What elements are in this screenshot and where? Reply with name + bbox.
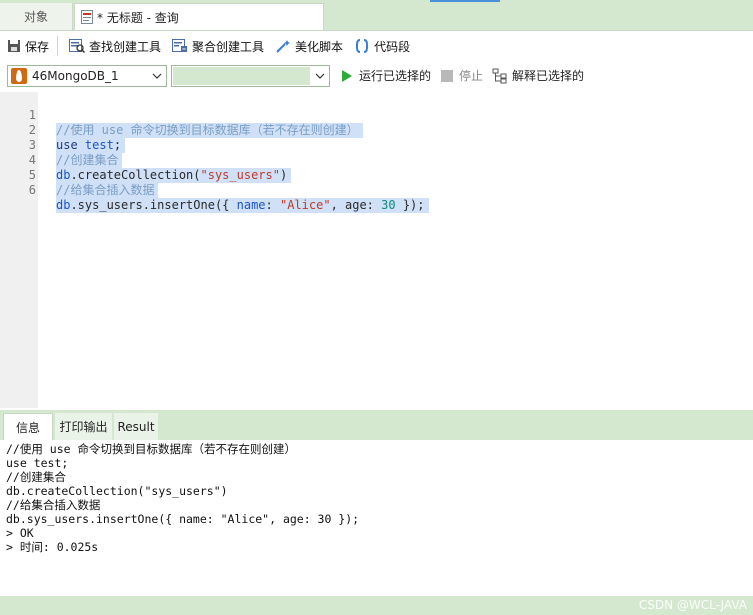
method-token: .sys_users.insertOne({ xyxy=(70,198,237,212)
output-lines: //使用 use 命令切换到目标数据库（若不存在则创建） use test; /… xyxy=(6,442,359,554)
punctuation-token: : xyxy=(265,198,280,212)
save-icon xyxy=(8,40,20,52)
output-line: db.createCollection("sys_users") xyxy=(6,484,228,498)
run-selected-label: 运行已选择的 xyxy=(359,69,432,83)
tab-result[interactable]: Result xyxy=(114,413,158,440)
toolbar-divider xyxy=(57,36,59,56)
tab-query[interactable]: * 无标题 - 查询 xyxy=(74,3,324,30)
database-select-value xyxy=(173,67,310,85)
punctuation-token: , age: xyxy=(330,198,382,212)
output-line: use test; xyxy=(6,456,69,470)
stop-label: 停止 xyxy=(459,69,484,83)
explain-tree-icon xyxy=(492,68,507,83)
key-token: name xyxy=(236,198,266,212)
explain-selected-button[interactable]: 解释已选择的 xyxy=(492,67,584,84)
code-line: 1 //使用 use 命令切换到目标数据库（若不存在则创建） xyxy=(0,93,753,138)
tab-query-label: * 无标题 - 查询 xyxy=(97,10,179,25)
code-editor[interactable]: 1 //使用 use 命令切换到目标数据库（若不存在则创建） 2 use tes… xyxy=(0,92,753,408)
comment-text: //给集合插入数据 xyxy=(56,183,155,197)
tab-result-label: Result xyxy=(117,419,155,434)
explain-selected-label: 解释已选择的 xyxy=(512,69,585,83)
save-button[interactable]: 保存 xyxy=(3,35,53,57)
active-indicator xyxy=(430,0,500,2)
aggregate-builder-label: 聚合创建工具 xyxy=(192,39,265,54)
stop-icon xyxy=(441,69,453,82)
number-token: 30 xyxy=(381,198,396,212)
query-toolbar: 保存 查找创建工具 聚合创建工具 美化脚本 代码段 xyxy=(0,31,753,61)
braces-icon xyxy=(356,39,369,53)
watermark-text: CSDN @WCL-JAVA xyxy=(638,598,747,612)
connection-select[interactable]: 46MongoDB_1 xyxy=(7,65,167,87)
beautify-button[interactable]: 美化脚本 xyxy=(271,35,347,57)
line-number: 6 xyxy=(28,183,36,197)
code-line: 4 db.createCollection("sys_users") xyxy=(0,138,753,183)
aggregate-builder-icon xyxy=(172,39,188,52)
snippet-label: 代码段 xyxy=(374,39,411,54)
output-line: db.sys_users.insertOne({ name: "Alice", … xyxy=(6,512,360,526)
tab-print-output[interactable]: 打印输出 xyxy=(55,413,112,440)
code-line: 6 db.sys_users.insertOne({ name: "Alice"… xyxy=(0,168,753,213)
aggregate-builder-button[interactable]: 聚合创建工具 xyxy=(168,35,268,57)
code-line: 3 //创建集合 xyxy=(0,123,753,168)
output-panel-tabs: 信息 打印输出 Result xyxy=(0,410,753,440)
editor-lines: 1 //使用 use 命令切换到目标数据库（若不存在则创建） 2 use tes… xyxy=(0,93,753,213)
database-select[interactable] xyxy=(171,65,330,87)
tab-objects[interactable]: 对象 xyxy=(0,3,73,30)
identifier-token: db xyxy=(56,198,71,212)
code-line-content: //给集合插入数据 xyxy=(56,183,159,198)
code-line-content: db.sys_users.insertOne({ name: "Alice", … xyxy=(56,198,429,213)
tab-print-output-label: 打印输出 xyxy=(59,420,108,434)
punctuation-token: }); xyxy=(395,198,425,212)
find-builder-label: 查找创建工具 xyxy=(89,39,162,54)
find-builder-icon xyxy=(69,39,86,53)
output-line: > OK xyxy=(6,526,34,540)
mongodb-icon xyxy=(11,68,27,84)
chevron-down-icon xyxy=(311,66,329,86)
tab-info[interactable]: 信息 xyxy=(3,413,53,440)
code-line: 5 //给集合插入数据 xyxy=(0,153,753,198)
string-token: "Alice" xyxy=(279,198,331,212)
output-line: //给集合插入数据 xyxy=(6,498,101,512)
document-tab-strip: 对象 * 无标题 - 查询 xyxy=(0,0,753,31)
tab-objects-label: 对象 xyxy=(23,10,48,24)
chevron-down-icon xyxy=(148,66,166,86)
connection-bar: 46MongoDB_1 运行已选择的 停止 解释已选择的 xyxy=(0,63,753,89)
run-selected-button[interactable]: 运行已选择的 xyxy=(340,67,431,84)
find-builder-button[interactable]: 查找创建工具 xyxy=(65,35,165,57)
tab-info-label: 信息 xyxy=(15,420,40,435)
snippet-button[interactable]: 代码段 xyxy=(350,35,414,57)
save-label: 保存 xyxy=(25,39,50,54)
beautify-label: 美化脚本 xyxy=(295,39,344,54)
output-line: //创建集合 xyxy=(6,470,66,484)
play-icon xyxy=(342,69,352,82)
output-line: > 时间: 0.025s xyxy=(6,540,99,554)
stop-button[interactable]: 停止 xyxy=(441,67,483,84)
code-line: 2 use test; xyxy=(0,108,753,153)
query-document-icon xyxy=(81,10,93,24)
connection-select-value: 46MongoDB_1 xyxy=(32,69,119,83)
message-output: //使用 use 命令切换到目标数据库（若不存在则创建） use test; /… xyxy=(0,440,753,596)
magic-wand-icon xyxy=(276,40,291,53)
output-line: //使用 use 命令切换到目标数据库（若不存在则创建） xyxy=(6,442,296,456)
